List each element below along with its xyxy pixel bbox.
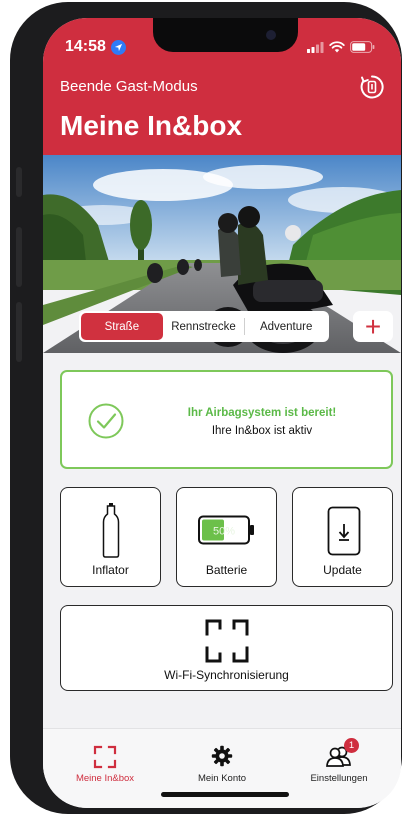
check-circle-icon	[88, 403, 124, 439]
wifi-sync-card[interactable]: Wi-Fi-Synchronisierung	[60, 605, 393, 691]
battery-level-text: 50%	[213, 526, 235, 538]
riding-mode-adventure[interactable]: Adventure	[245, 313, 327, 340]
battery-label: Batterie	[205, 563, 248, 577]
inbox-active-text: Ihre In&box ist aktiv	[211, 425, 313, 437]
sync-icon[interactable]	[359, 74, 385, 100]
tab-mein-konto[interactable]: Mein Konto	[172, 735, 272, 785]
tab-einstellungen[interactable]: 1 Einstellungen	[289, 735, 389, 785]
inflator-tile[interactable]: Inflator	[60, 487, 161, 587]
battery-level-icon: 50%	[198, 515, 254, 545]
home-indicator	[161, 792, 289, 797]
battery-tile[interactable]: 50% Batterie	[176, 487, 277, 587]
volume-up-button	[16, 227, 22, 287]
scan-frame-icon	[205, 619, 249, 663]
page-title: Meine In&box	[60, 110, 243, 141]
phone-frame: 14:58 Beende Gast-Modus Meine In&box Str…	[10, 2, 402, 814]
camera-notch	[153, 18, 298, 52]
status-time-text: 14:58	[65, 38, 106, 55]
gear-icon	[211, 745, 233, 767]
add-riding-mode-button[interactable]: +	[353, 311, 393, 342]
tab-mein-konto-label: Mein Konto	[197, 773, 247, 784]
location-arrow-icon	[110, 39, 126, 55]
exit-guest-mode-link[interactable]: Beende Gast-Modus	[60, 78, 198, 95]
status-time: 14:58	[65, 38, 126, 56]
plus-icon: +	[364, 310, 382, 342]
mute-switch	[16, 167, 22, 197]
update-tile[interactable]: Update	[292, 487, 393, 587]
update-label: Update	[323, 563, 362, 577]
notification-badge: 1	[344, 738, 359, 753]
phone-download-icon	[327, 506, 361, 556]
notification-badge-count: 1	[348, 740, 355, 751]
tab-meine-inbox-label: Meine In&box	[75, 773, 135, 784]
wifi-sync-label: Wi-Fi-Synchronisierung	[164, 668, 289, 682]
app-header: 14:58 Beende Gast-Modus Meine In&box	[43, 18, 401, 155]
inflator-label: Inflator	[92, 563, 129, 577]
tab-meine-inbox[interactable]: Meine In&box	[55, 735, 155, 785]
airbag-ready-text: Ihr Airbagsystem ist bereit!	[187, 407, 337, 419]
riding-mode-segmented-control: Straße Rennstrecke Adventure	[79, 311, 329, 342]
wifi-icon	[329, 41, 345, 53]
scan-frame-icon	[93, 745, 117, 769]
tab-einstellungen-label: Einstellungen	[310, 773, 368, 784]
airbag-status-card: Ihr Airbagsystem ist bereit! Ihre In&box…	[60, 370, 393, 469]
inflator-cylinder-icon	[102, 503, 120, 558]
status-indicators	[307, 41, 375, 53]
riding-mode-strasse[interactable]: Straße	[81, 313, 163, 340]
riding-mode-rennstrecke[interactable]: Rennstrecke	[163, 313, 245, 340]
cellular-signal-icon	[307, 41, 324, 53]
battery-icon	[350, 41, 375, 53]
volume-down-button	[16, 302, 22, 362]
app-screen: 14:58 Beende Gast-Modus Meine In&box Str…	[43, 18, 401, 808]
